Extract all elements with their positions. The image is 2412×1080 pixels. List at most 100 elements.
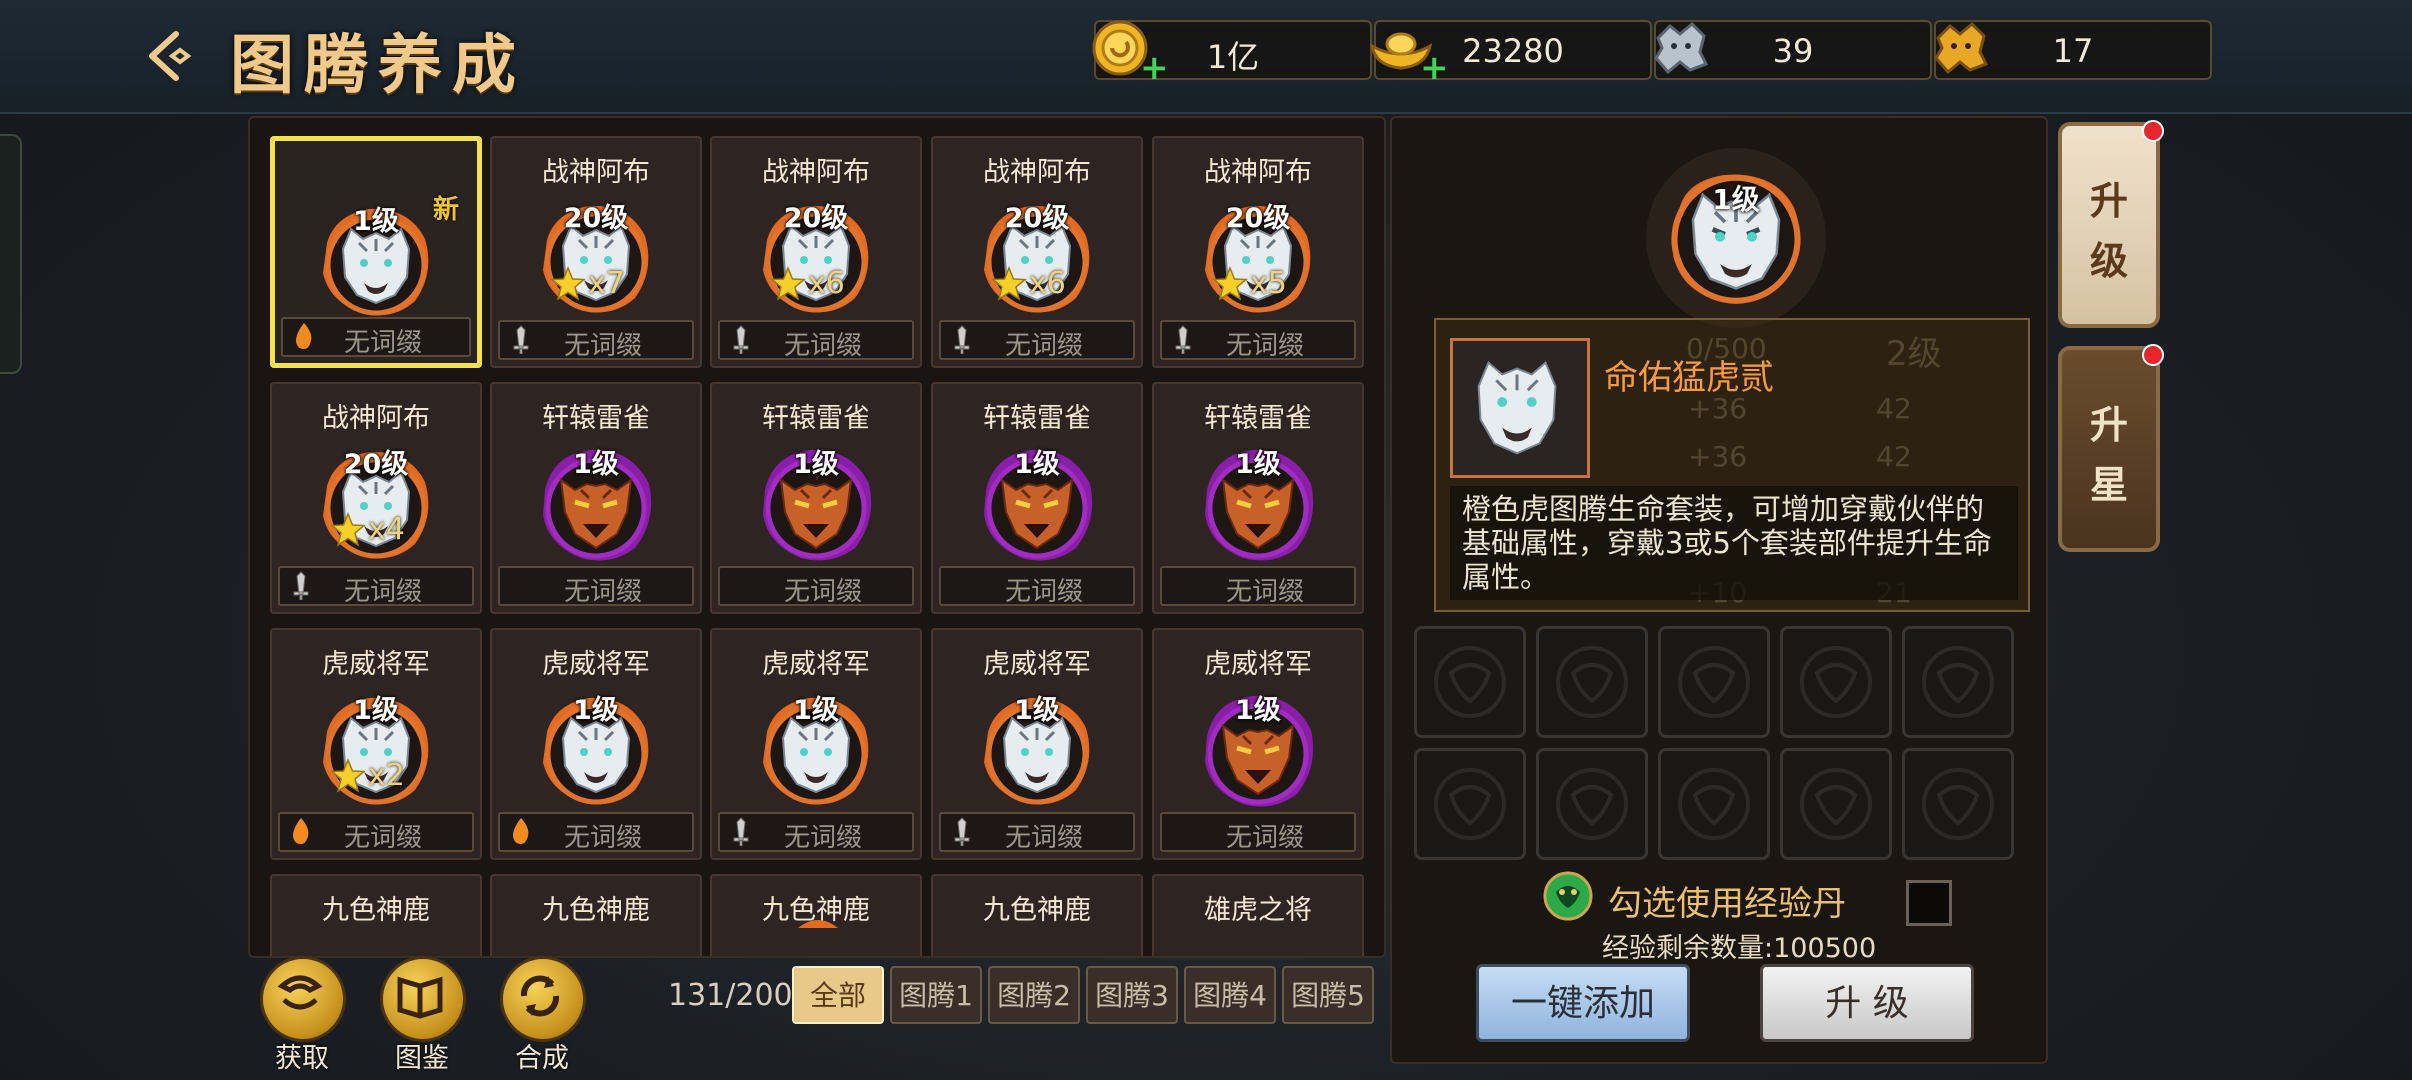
equip-slot[interactable] — [1780, 748, 1892, 860]
star-count: x6 — [770, 266, 845, 302]
star-count-value: x6 — [1029, 266, 1066, 301]
item-name: 命佑猛虎贰 — [1604, 358, 1774, 398]
resource-gold[interactable]: + 1亿 — [1092, 20, 1372, 88]
side-label-bottom: 星 — [2089, 463, 2128, 507]
totem-name: 战神阿布 — [1204, 157, 1312, 188]
empty-slot-emblem-icon — [1678, 646, 1750, 718]
totem-name: 虎威将军 — [762, 649, 870, 680]
equip-slot[interactable] — [1902, 626, 2014, 738]
page-title: 图腾养成 — [230, 28, 526, 103]
totem-card[interactable]: 战神阿布 20级 x4 无词缀 — [270, 382, 482, 614]
totem-card[interactable]: 战神阿布 20级 x6 无词缀 — [931, 136, 1143, 368]
synthesis-button[interactable]: 合成 — [500, 956, 586, 1075]
empty-slot-emblem-icon — [1434, 768, 1506, 840]
affix-text: 无词缀 — [563, 577, 642, 607]
totem-level: 1级 — [1014, 695, 1060, 726]
star-count: x2 — [330, 758, 405, 794]
top-bar: 图腾养成 + 1亿 + 23280 39 17 — [0, 0, 2412, 114]
star-up-side-button[interactable]: 升 星 — [2058, 344, 2164, 552]
equip-slot[interactable] — [1536, 748, 1648, 860]
equip-slot[interactable] — [1780, 626, 1892, 738]
star-icon — [770, 266, 806, 301]
equip-slot[interactable] — [1414, 626, 1526, 738]
totem-name: 九色神鹿 — [322, 895, 430, 926]
affix-label: 无词缀 — [939, 812, 1135, 853]
totem-card[interactable]: 虎威将军 1级无词缀 — [931, 628, 1143, 860]
totem-level: 1级 — [793, 695, 839, 726]
equip-slot[interactable] — [1658, 626, 1770, 738]
totem-card[interactable]: 战神阿布 20级 x6 无词缀 — [710, 136, 922, 368]
star-icon — [991, 266, 1027, 301]
star-count: x4 — [330, 512, 405, 548]
silver-beast-value: 39 — [1772, 32, 1814, 70]
star-icon — [1212, 266, 1248, 301]
affix-text: 无词缀 — [563, 331, 642, 361]
acquire-button[interactable]: 获取 — [260, 956, 346, 1075]
totem-name: 九色神鹿 — [542, 895, 650, 926]
upgrade-button[interactable]: 升 级 — [1760, 964, 1974, 1042]
affix-text: 无词缀 — [783, 331, 862, 361]
level-up-side-button[interactable]: 升 级 — [2058, 120, 2164, 328]
totem-card[interactable]: 轩辕雷雀 1级 无词缀 — [710, 382, 922, 614]
totem-card[interactable]: 1级新无词缀 — [270, 136, 482, 368]
tab-all[interactable]: 全部 — [792, 966, 884, 1024]
tab-totem-2[interactable]: 图腾2 — [988, 966, 1080, 1024]
gold-beast-value: 17 — [2052, 32, 2094, 70]
totem-name: 轩辕雷雀 — [1204, 403, 1312, 434]
affix-text: 无词缀 — [343, 328, 422, 358]
affix-text: 无词缀 — [343, 577, 422, 607]
totem-level: 20级 — [1004, 203, 1070, 234]
totem-card[interactable]: 九色神鹿 — [490, 874, 702, 956]
codex-button[interactable]: 图鉴 — [380, 956, 466, 1075]
totem-card[interactable]: 轩辕雷雀 1级 无词缀 — [490, 382, 702, 614]
left-edge-tab[interactable] — [0, 134, 22, 374]
equip-slot[interactable] — [1902, 748, 2014, 860]
equip-slot[interactable] — [1658, 748, 1770, 860]
one-click-add-button[interactable]: 一键添加 — [1476, 964, 1690, 1042]
affix-label: 无词缀 — [718, 320, 914, 361]
totem-name: 虎威将军 — [542, 649, 650, 680]
ghost-next-level: 2级 — [1886, 334, 1942, 374]
ghost-stat-2-left: +36 — [1688, 440, 1748, 473]
totem-level: 1级 — [1235, 695, 1281, 726]
affix-label: 无词缀 — [281, 317, 471, 358]
totem-name: 轩辕雷雀 — [983, 403, 1091, 434]
totem-card[interactable]: 九色神鹿 — [710, 874, 922, 956]
totem-card[interactable]: 轩辕雷雀 1级 无词缀 — [931, 382, 1143, 614]
resource-ingot[interactable]: + 23280 — [1369, 20, 1652, 88]
affix-label: 无词缀 — [498, 320, 694, 361]
totem-card[interactable]: 九色神鹿 — [270, 874, 482, 956]
empty-slot-emblem-icon — [1922, 646, 1994, 718]
tab-totem-5[interactable]: 图腾5 — [1282, 966, 1374, 1024]
equip-slot[interactable] — [1536, 626, 1648, 738]
equip-slot[interactable] — [1414, 748, 1526, 860]
star-count: x7 — [550, 266, 625, 302]
tab-totem-3[interactable]: 图腾3 — [1086, 966, 1178, 1024]
back-arrow-icon[interactable] — [140, 24, 204, 88]
totem-card[interactable]: 雄虎之将 — [1152, 874, 1364, 956]
tab-totem-4[interactable]: 图腾4 — [1184, 966, 1276, 1024]
exp-remaining-count: 经验剩余数量:100500 — [1602, 933, 1877, 964]
totem-level: 1级 — [573, 695, 619, 726]
star-icon — [330, 512, 366, 547]
affix-text: 无词缀 — [783, 577, 862, 607]
resource-silver-beast: 39 — [1654, 20, 1932, 80]
totem-card[interactable]: 虎威将军 1级 无词缀 — [490, 628, 702, 860]
tiger-portrait-icon — [1477, 361, 1557, 455]
totem-name: 虎威将军 — [322, 649, 430, 680]
totem-card[interactable]: 虎威将军 1级 无词缀 — [1152, 628, 1364, 860]
exp-pill-checkbox[interactable] — [1906, 880, 1952, 926]
detail-panel: 1级 0/500 2级 +36 42 +36 42 21 +10 命佑猛虎贰 橙… — [1390, 116, 2048, 1064]
affix-label: 无词缀 — [718, 566, 914, 607]
totem-card[interactable]: 战神阿布 20级 x5 无词缀 — [1152, 136, 1364, 368]
totem-card[interactable]: 轩辕雷雀 1级 无词缀 — [1152, 382, 1364, 614]
totem-card[interactable]: 虎威将军 1级 x2 无词缀 — [270, 628, 482, 860]
totem-card[interactable]: 战神阿布 20级 x7 无词缀 — [490, 136, 702, 368]
totem-card[interactable]: 虎威将军 1级 无词缀 — [710, 628, 922, 860]
item-portrait — [1450, 338, 1590, 478]
totem-card[interactable]: 九色神鹿 — [931, 874, 1143, 956]
totem-name: 虎威将军 — [983, 649, 1091, 680]
resource-gold-beast: 17 — [1934, 20, 2212, 80]
affix-label: 无词缀 — [1160, 812, 1356, 853]
tab-totem-1[interactable]: 图腾1 — [890, 966, 982, 1024]
